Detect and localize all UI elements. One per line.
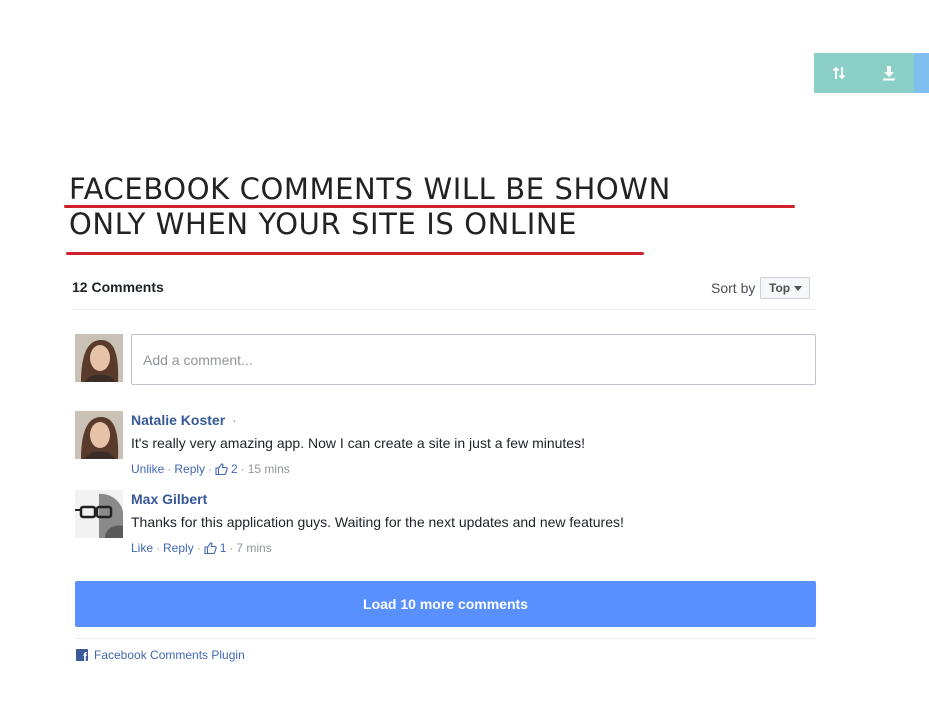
download-button[interactable] <box>864 53 914 93</box>
separator: · <box>196 541 201 555</box>
notice-line-1: FACEBOOK COMMENTS WILL BE SHOWN <box>69 172 671 206</box>
sort-dropdown-value: Top <box>769 281 791 295</box>
separator: · <box>156 541 161 555</box>
toolbar-edge <box>914 53 929 93</box>
avatar <box>75 490 123 538</box>
sort-dropdown[interactable]: Top <box>760 277 810 299</box>
red-underline-1 <box>64 205 795 208</box>
comment-timestamp[interactable]: 7 mins <box>236 541 271 555</box>
separator: · <box>240 462 245 476</box>
sort-by-label: Sort by <box>711 280 756 296</box>
comment-actions: Like · Reply · 1 · 7 mins <box>131 541 272 555</box>
red-underline-2 <box>66 252 644 255</box>
facebook-comments-plugin-link[interactable]: f Facebook Comments Plugin <box>76 648 245 662</box>
separator: · <box>208 462 213 476</box>
notice-line-2: ONLY WHEN YOUR SITE IS ONLINE <box>69 207 578 241</box>
like-count[interactable]: 2 <box>231 462 238 476</box>
unlike-link[interactable]: Unlike <box>131 462 164 476</box>
author-separator: · <box>232 412 237 428</box>
avatar <box>75 334 123 382</box>
floating-toolbar <box>814 53 929 93</box>
thumbs-up-icon <box>215 463 228 475</box>
comment-actions: Unlike · Reply · 2 · 15 mins <box>131 462 290 476</box>
comment-text: Thanks for this application guys. Waitin… <box>131 514 624 530</box>
avatar <box>75 411 123 459</box>
comment-author-link[interactable]: Max Gilbert <box>131 491 207 507</box>
separator: · <box>229 541 234 555</box>
comment-timestamp[interactable]: 15 mins <box>248 462 290 476</box>
separator: · <box>167 462 172 476</box>
reply-link[interactable]: Reply <box>163 541 194 555</box>
chevron-down-icon <box>794 285 803 291</box>
reorder-button[interactable] <box>814 53 864 93</box>
download-icon <box>883 66 895 81</box>
load-more-comments-button[interactable]: Load 10 more comments <box>75 581 816 627</box>
like-count[interactable]: 1 <box>220 541 227 555</box>
sort-arrows-icon <box>832 66 846 80</box>
reply-link[interactable]: Reply <box>174 462 205 476</box>
like-link[interactable]: Like <box>131 541 153 555</box>
comment-author-link[interactable]: Natalie Koster <box>131 412 225 428</box>
comment-count: 12 Comments <box>72 279 164 295</box>
add-comment-input[interactable] <box>131 334 816 385</box>
footer-divider <box>75 638 816 639</box>
facebook-icon: f <box>76 649 88 661</box>
thumbs-up-icon <box>204 542 217 554</box>
comment-text: It's really very amazing app. Now I can … <box>131 435 585 451</box>
plugin-label: Facebook Comments Plugin <box>94 648 245 662</box>
header-divider <box>72 309 816 310</box>
